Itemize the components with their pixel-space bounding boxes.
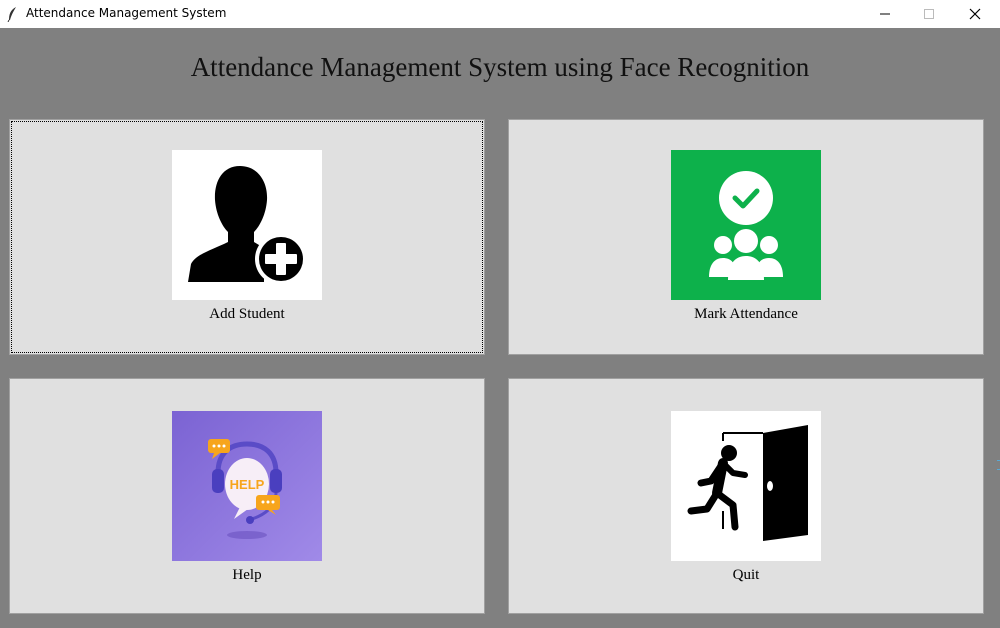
maximize-icon: [924, 9, 934, 19]
add-student-label: Add Student: [209, 306, 285, 322]
add-user-icon: [172, 150, 322, 300]
close-icon: [969, 8, 981, 20]
quit-label: Quit: [732, 567, 760, 583]
exit-door-icon: [671, 411, 821, 561]
window-title: Attendance Management System: [26, 6, 227, 20]
help-button[interactable]: HELP Help: [9, 378, 485, 614]
add-student-button[interactable]: Add Student: [9, 119, 485, 355]
maximize-button[interactable]: [906, 0, 952, 28]
help-label: Help: [232, 567, 262, 583]
mark-attendance-label: Mark Attendance: [694, 306, 798, 322]
help-headset-icon: HELP: [172, 411, 322, 561]
close-button[interactable]: [952, 0, 998, 28]
group-check-icon: [671, 150, 821, 300]
feather-icon: [7, 7, 16, 22]
title-bar: Attendance Management System: [0, 0, 1000, 28]
mark-attendance-button[interactable]: Mark Attendance: [508, 119, 984, 355]
minimize-button[interactable]: [862, 0, 908, 28]
minimize-icon: [880, 13, 890, 15]
svg-text:HELP: HELP: [230, 477, 265, 492]
quit-button[interactable]: Quit: [508, 378, 984, 614]
page-title: Attendance Management System using Face …: [190, 52, 810, 82]
